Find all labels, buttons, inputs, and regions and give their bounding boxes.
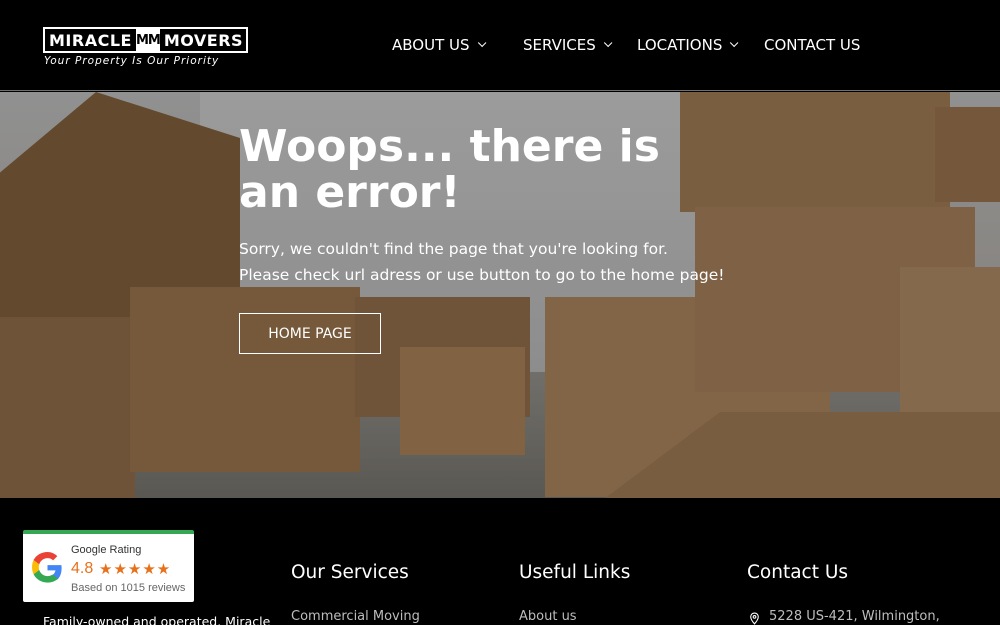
footer-useful-links-heading: Useful Links [519,562,631,583]
nav-contact-us-label: CONTACT US [764,36,861,54]
nav-locations-label: LOCATIONS [637,36,723,54]
footer-about-text: Family-owned and operated. Miracle [43,614,271,625]
chevron-down-icon [477,38,486,48]
location-pin-icon [750,612,759,625]
nav-services-label: SERVICES [523,36,596,54]
badge-title: Google Rating [71,544,142,556]
logo-frame: MIRACLE MM MOVERS [43,27,248,53]
nav-about-us-label: ABOUT US [392,36,470,54]
footer-services-heading: Our Services [291,562,409,583]
chevron-down-icon [603,38,613,48]
error-hero: Woops... there is an error! Sorry, we co… [0,92,1000,498]
nav-locations[interactable]: LOCATIONS [637,35,739,55]
nav-services[interactable]: SERVICES [523,35,613,55]
error-title: Woops... there is an error! [239,121,660,218]
error-message-line-2: Please check url adress or use button to… [239,266,725,284]
google-logo-icon [32,552,62,583]
review-count: Based on 1015 reviews [71,582,186,594]
rating-score: 4.8 [71,560,94,577]
site-header: MIRACLE MM MOVERS Your Property Is Our P… [0,0,1000,91]
footer-link-about-us[interactable]: About us [519,609,577,624]
logo-tagline: Your Property Is Our Priority [44,55,220,67]
site-logo[interactable]: MIRACLE MM MOVERS Your Property Is Our P… [43,27,253,71]
chevron-down-icon [730,38,739,48]
home-page-button[interactable]: HOME PAGE [239,313,381,354]
error-message-line-1: Sorry, we couldn't find the page that yo… [239,240,668,258]
logo-word-right: MOVERS [163,30,244,50]
nav-contact-us[interactable]: CONTACT US [764,35,860,55]
logo-mark: MM [135,28,161,52]
nav-about-us[interactable]: ABOUT US [392,35,486,55]
logo-word-left: MIRACLE [49,30,132,50]
footer-contact-heading: Contact Us [747,562,849,583]
footer-contact-address: 5228 US-421, Wilmington, [769,609,940,624]
google-rating-badge[interactable]: Google Rating 4.8 ★★★★★ Based on 1015 re… [23,530,194,602]
rating-stars: ★★★★★ [99,560,172,578]
footer-link-commercial-moving[interactable]: Commercial Moving [291,609,420,624]
